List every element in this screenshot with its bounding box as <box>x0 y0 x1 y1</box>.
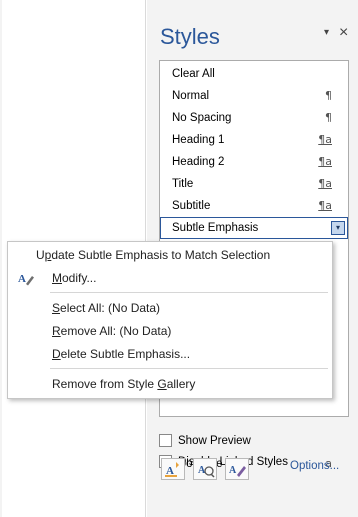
style-item-label: Title <box>172 178 194 190</box>
menu-item-select-all[interactable]: Select All: (No Data) <box>8 297 332 319</box>
style-item-heading-1[interactable]: Heading 1 ¶a <box>160 129 348 151</box>
new-style-icon: A <box>165 462 179 477</box>
options-link[interactable]: Options... <box>290 460 339 472</box>
menu-item-label: Modify... <box>52 271 97 285</box>
style-dropdown-button[interactable]: ▾ <box>331 221 345 235</box>
linked-style-icon: ¶a <box>318 155 332 168</box>
linked-style-icon: ¶a <box>318 133 332 146</box>
menu-separator <box>50 292 328 293</box>
style-item-clear-all[interactable]: Clear All <box>160 63 348 85</box>
style-inspector-button[interactable]: A <box>193 458 217 480</box>
menu-item-update-to-match[interactable]: Update Subtle Emphasis to Match Selectio… <box>8 244 332 266</box>
svg-text:A: A <box>18 273 26 285</box>
paragraph-mark-icon: ¶ <box>325 89 332 102</box>
menu-item-label: Delete Subtle Emphasis... <box>52 347 191 361</box>
menu-item-label: Remove All: (No Data) <box>52 324 172 338</box>
style-item-label: Subtitle <box>172 200 211 212</box>
style-item-label: Heading 1 <box>172 134 225 146</box>
pane-close-icon[interactable]: × <box>339 24 348 42</box>
document-edge <box>0 0 2 517</box>
style-item-label: Normal <box>172 90 210 102</box>
style-item-normal[interactable]: Normal ¶ <box>160 85 348 107</box>
pane-options-arrow-icon[interactable]: ▾ <box>324 24 329 42</box>
menu-item-delete-style[interactable]: Delete Subtle Emphasis... <box>8 343 332 365</box>
paragraph-mark-icon: ¶ <box>325 111 332 124</box>
new-style-button[interactable]: A <box>161 458 185 480</box>
manage-styles-button[interactable]: A <box>225 458 249 480</box>
pane-title: Styles <box>160 24 220 49</box>
style-item-subtitle[interactable]: Subtitle ¶a <box>160 195 348 217</box>
svg-text:A: A <box>229 465 237 476</box>
menu-item-remove-from-gallery[interactable]: Remove from Style Gallery <box>8 373 332 395</box>
menu-item-modify[interactable]: A Modify... <box>8 267 332 289</box>
style-item-label: Subtle Emphasis <box>172 222 259 234</box>
style-item-label: Clear All <box>172 68 215 80</box>
menu-separator <box>50 368 328 369</box>
show-preview-label: Show Preview <box>178 435 251 447</box>
linked-style-icon: ¶a <box>318 177 332 190</box>
style-item-heading-2[interactable]: Heading 2 ¶a <box>160 151 348 173</box>
show-preview-checkbox[interactable] <box>159 434 172 447</box>
style-item-no-spacing[interactable]: No Spacing ¶ <box>160 107 348 129</box>
style-inspector-icon: A <box>198 465 215 478</box>
modify-style-icon: A <box>18 273 34 286</box>
manage-styles-icon: A <box>229 465 246 477</box>
style-item-label: No Spacing <box>172 112 232 124</box>
linked-style-icon: ¶a <box>318 199 332 212</box>
menu-item-label: Remove from Style Gallery <box>52 377 196 391</box>
style-item-title[interactable]: Title ¶a <box>160 173 348 195</box>
menu-item-label: Select All: (No Data) <box>52 301 161 315</box>
style-context-menu: Update Subtle Emphasis to Match Selectio… <box>7 241 333 399</box>
menu-item-remove-all[interactable]: Remove All: (No Data) <box>8 320 332 342</box>
style-item-subtle-emphasis[interactable]: Subtle Emphasis ▾ <box>160 217 348 239</box>
menu-item-label: Update Subtle Emphasis to Match Selectio… <box>36 248 271 262</box>
style-item-label: Heading 2 <box>172 156 225 168</box>
